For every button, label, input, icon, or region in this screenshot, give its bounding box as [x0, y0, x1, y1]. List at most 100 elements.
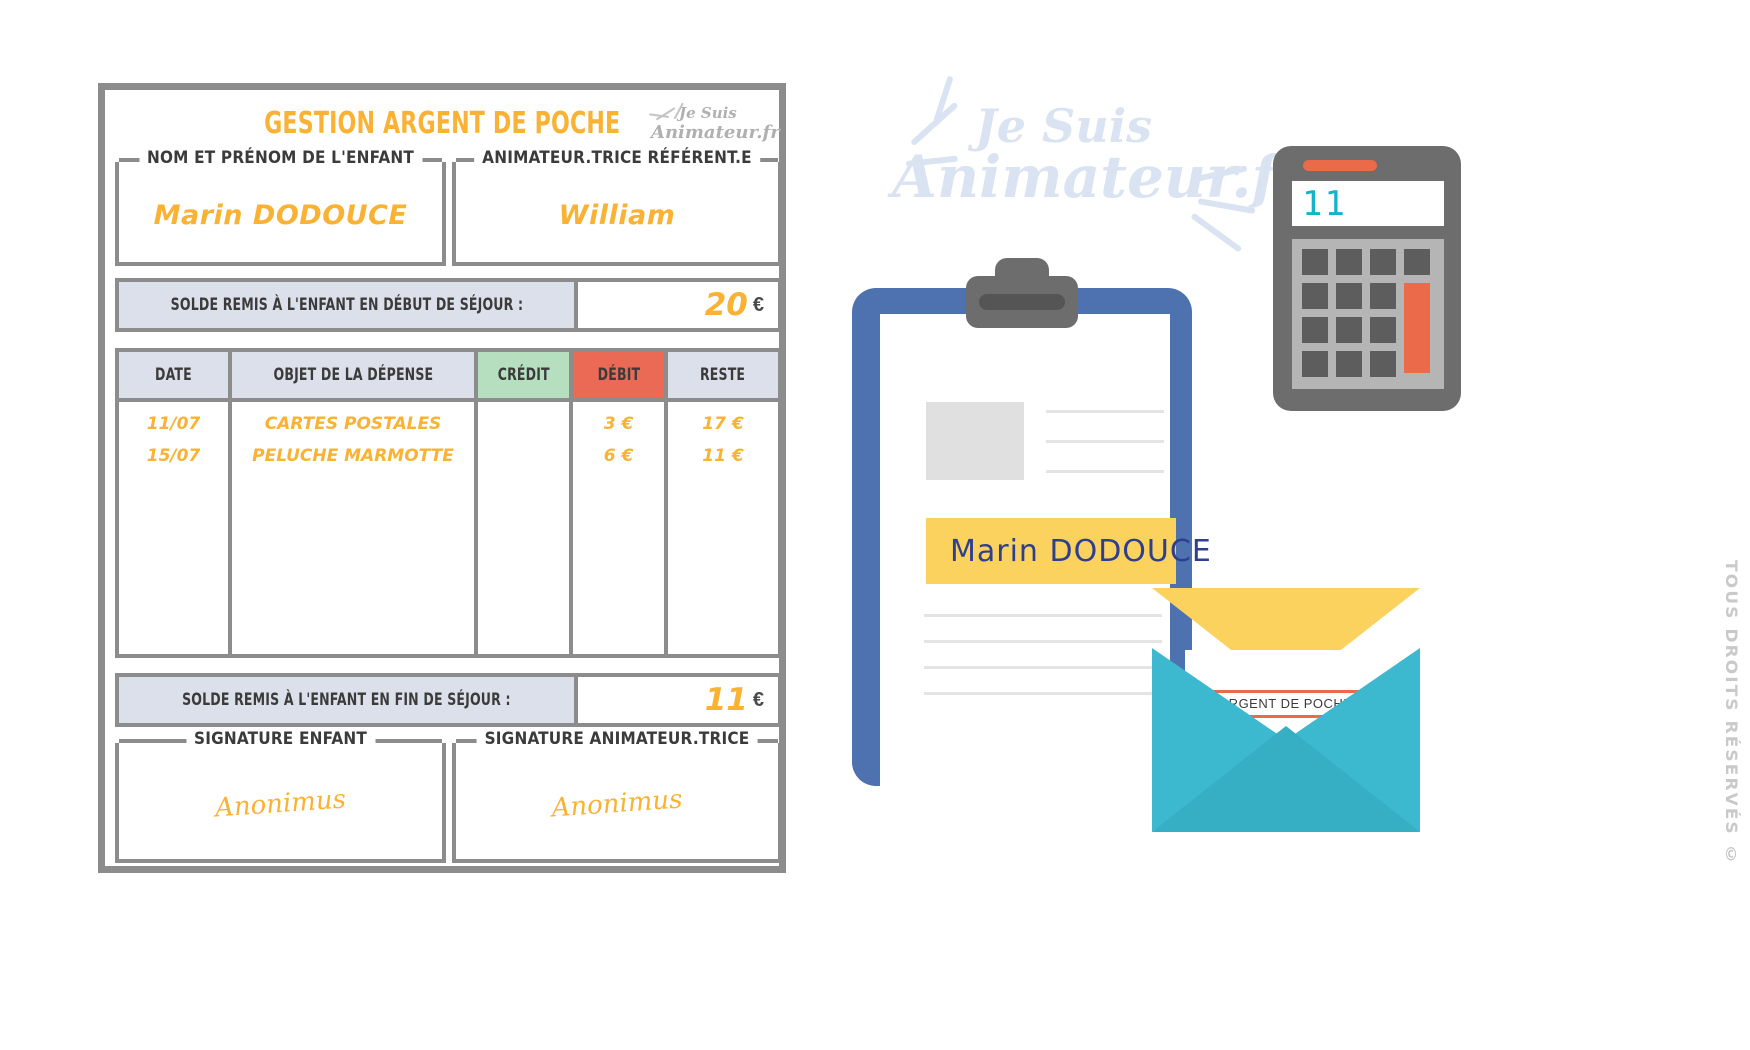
field-top-rule: SIGNATURE ANIMATEUR.TRICE — [456, 728, 778, 750]
start-balance-value-cell[interactable]: 20 € — [578, 282, 778, 328]
animator-name-value: William — [558, 200, 676, 231]
spark-line-icon — [933, 75, 954, 123]
clipboard-text-line — [1046, 470, 1164, 473]
start-balance-row: SOLDE REMIS À L'ENFANT EN DÉBUT DE SÉJOU… — [115, 278, 782, 332]
column-cells-objet[interactable]: CARTES POSTALES PELUCHE MARMOTTE — [232, 402, 478, 654]
expense-table-body: 11/07 15/07 CARTES POSTALES PELUCHE MARM… — [119, 402, 778, 654]
calculator-key — [1302, 283, 1328, 309]
end-balance-value-cell[interactable]: 11 € — [578, 677, 778, 723]
column-cells-credit[interactable] — [478, 402, 573, 654]
expense-table-header: DATE OBJET DE LA DÉPENSE CRÉDIT DÉBIT RE… — [119, 352, 778, 402]
calculator-display-value: 11 — [1302, 184, 1347, 224]
spark-line-icon — [909, 101, 959, 147]
envelope-illustration: ARGENT DE POCHE — [1152, 588, 1420, 832]
cell-objet: PELUCHE MARMOTTE — [252, 446, 454, 466]
end-balance-currency: € — [752, 688, 764, 711]
start-balance-label: SOLDE REMIS À L'ENFANT EN DÉBUT DE SÉJOU… — [170, 295, 523, 315]
spark-line-icon — [1197, 198, 1256, 215]
calculator-key — [1370, 283, 1396, 309]
animator-signature-mark: Anonimus — [550, 784, 684, 824]
field-top-rule: ANIMATEUR.TRICE RÉFÉRENT.E — [456, 147, 778, 169]
spark-line-icon — [905, 155, 959, 167]
clipboard-text-line — [924, 640, 1162, 643]
cell-objet: CARTES POSTALES — [264, 414, 442, 434]
animator-signature-label: SIGNATURE ANIMATEUR.TRICE — [476, 728, 758, 750]
column-header-debit: DÉBIT — [573, 352, 668, 398]
child-name-label: NOM ET PRÉNOM DE L'ENFANT — [138, 147, 423, 169]
calculator-key — [1370, 317, 1396, 343]
pocket-money-form: GESTION ARGENT DE POCHE Je Suis Animateu… — [98, 83, 786, 873]
clipboard-name-highlight: Marin DODOUCE — [926, 518, 1211, 584]
calculator-key — [1336, 283, 1362, 309]
calculator-key — [1336, 317, 1362, 343]
watermark-brand-logo: Je Suis Animateur.fr — [880, 75, 1307, 230]
rights-notice: TOUS DROITS RÉSERVÉS © — [1721, 560, 1741, 868]
cell-credit — [478, 440, 569, 472]
clipboard-name-value: Marin DODOUCE — [950, 533, 1212, 569]
cell-debit: 6 € — [603, 446, 634, 466]
start-balance-label-cell: SOLDE REMIS À L'ENFANT EN DÉBUT DE SÉJOU… — [119, 282, 578, 328]
cell-credit — [478, 408, 569, 440]
calculator-equals-key — [1404, 283, 1430, 373]
column-cells-date[interactable]: 11/07 15/07 — [119, 402, 232, 654]
calculator-key — [1336, 351, 1362, 377]
column-header-date: DATE — [119, 352, 232, 398]
calculator-key — [1302, 351, 1328, 377]
clipboard-text-line — [924, 692, 1162, 695]
cell-debit: 3 € — [603, 414, 634, 434]
child-signature-label: SIGNATURE ENFANT — [186, 728, 375, 750]
cell-reste: 11 € — [702, 446, 744, 466]
cell-date: 15/07 — [146, 446, 201, 466]
column-cells-reste[interactable]: 17 € 11 € — [668, 402, 778, 654]
calculator-keypad — [1292, 239, 1444, 389]
calculator-top-strip — [1303, 160, 1377, 171]
brand-logo-line1: Je Suis — [679, 104, 737, 122]
watermark-line1: Je Suis — [975, 99, 1153, 153]
calculator-key — [1370, 351, 1396, 377]
end-balance-label: SOLDE REMIS À L'ENFANT EN FIN DE SÉJOUR … — [182, 690, 511, 710]
child-signature-mark: Anonimus — [214, 784, 347, 824]
column-header-objet: OBJET DE LA DÉPENSE — [232, 352, 478, 398]
animator-name-label: ANIMATEUR.TRICE RÉFÉRENT.E — [474, 147, 760, 169]
clipboard-photo-placeholder — [926, 402, 1024, 480]
end-balance-row: SOLDE REMIS À L'ENFANT EN FIN DE SÉJOUR … — [115, 673, 782, 727]
clipboard-illustration: Marin DODOUCE — [852, 276, 1211, 786]
end-balance-amount: 11 — [704, 682, 748, 718]
clipboard-clamp-icon — [966, 276, 1078, 328]
calculator-key — [1302, 249, 1328, 275]
field-top-rule: SIGNATURE ENFANT — [119, 728, 442, 750]
calculator-key — [1302, 317, 1328, 343]
clipboard-text-line — [1046, 440, 1164, 443]
animator-name-field[interactable]: ANIMATEUR.TRICE RÉFÉRENT.E William — [452, 147, 782, 266]
calculator-key — [1404, 249, 1430, 275]
clipboard-clamp-bar — [979, 294, 1065, 310]
calculator-key — [1370, 249, 1396, 275]
start-balance-amount: 20 — [704, 287, 748, 323]
expense-table: DATE OBJET DE LA DÉPENSE CRÉDIT DÉBIT RE… — [115, 348, 782, 658]
cell-date: 11/07 — [146, 414, 201, 434]
child-name-value: Marin DODOUCE — [153, 200, 408, 231]
clipboard-text-line — [1046, 410, 1164, 413]
calculator-key — [1336, 249, 1362, 275]
watermark-line2: Animateur.fr — [892, 143, 1307, 211]
column-header-credit: CRÉDIT — [478, 352, 573, 398]
field-top-rule: NOM ET PRÉNOM DE L'ENFANT — [119, 147, 442, 169]
clipboard-text-line — [924, 666, 1162, 669]
column-header-reste: RESTE — [668, 352, 778, 398]
column-cells-debit[interactable]: 3 € 6 € — [573, 402, 668, 654]
calculator-screen: 11 — [1292, 181, 1444, 226]
animator-signature-field[interactable]: SIGNATURE ANIMATEUR.TRICE Anonimus — [452, 728, 782, 863]
cell-reste: 17 € — [702, 414, 744, 434]
child-signature-field[interactable]: SIGNATURE ENFANT Anonimus — [115, 728, 446, 863]
brand-logo-line2: Animateur.fr — [651, 122, 780, 143]
start-balance-currency: € — [752, 293, 764, 316]
calculator-illustration: 11 — [1273, 146, 1461, 411]
child-name-field[interactable]: NOM ET PRÉNOM DE L'ENFANT Marin DODOUCE — [115, 147, 446, 266]
clipboard-text-line — [924, 614, 1162, 617]
page-title: GESTION ARGENT DE POCHE — [263, 106, 621, 141]
envelope-front-panel — [1152, 726, 1420, 832]
end-balance-label-cell: SOLDE REMIS À L'ENFANT EN FIN DE SÉJOUR … — [119, 677, 578, 723]
spark-line-icon — [1195, 165, 1248, 182]
spark-line-icon — [1190, 212, 1243, 253]
clipboard-page: Marin DODOUCE — [880, 314, 1211, 786]
